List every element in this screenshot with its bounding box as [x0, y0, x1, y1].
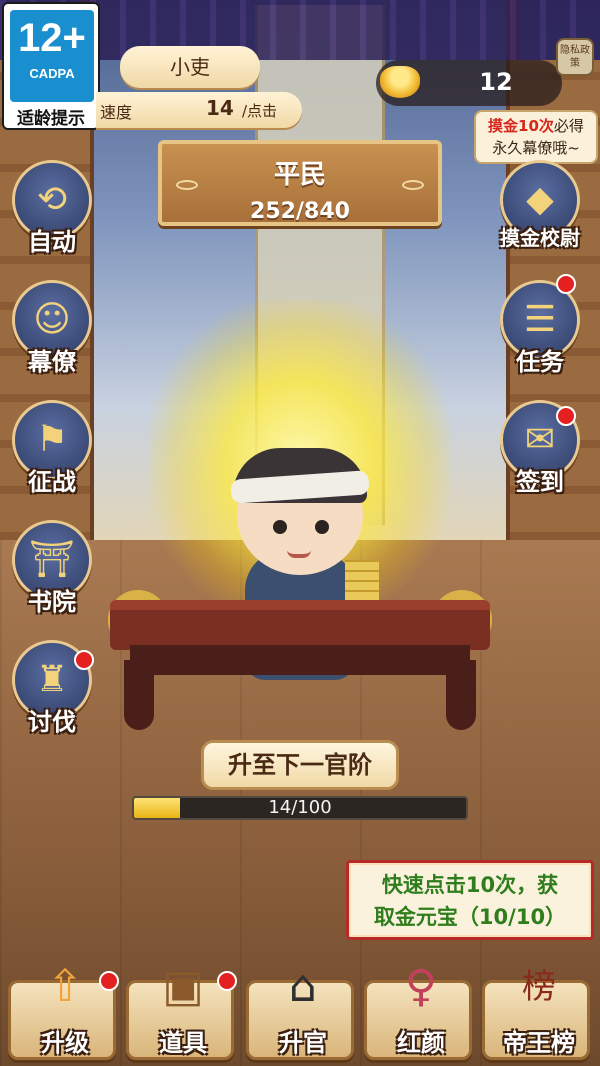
- rank-name: 平民: [273, 160, 326, 190]
- academy-button[interactable]: ⛩ 书院: [8, 520, 96, 630]
- promotion-progress-bar: 14/100: [132, 796, 468, 820]
- notification-dot: [556, 406, 576, 426]
- click-speed-bar: 速度 14 /点击: [96, 92, 302, 128]
- academy-button-label: 书院: [28, 588, 76, 616]
- campaign-button[interactable]: ⚑ 征战: [8, 400, 96, 510]
- bottom-nav: ⇧ 升级 ▣ 道具 ⌂ 升官 ♀ 红颜 榜 帝王榜: [0, 950, 600, 1066]
- age-rating-org: CADPA: [29, 66, 75, 81]
- gold-ingot-icon: [380, 66, 420, 98]
- promo-highlight: 摸金10次: [488, 117, 554, 135]
- plaque-deco-left: [176, 180, 198, 190]
- desk-leg-left: [124, 660, 154, 730]
- nav-items-label: 道具: [159, 1029, 207, 1057]
- cloud-swirl-icon: ⟲: [36, 179, 68, 220]
- crystal-icon: ◆: [526, 179, 554, 220]
- privacy-policy-button[interactable]: 隐私政策: [556, 38, 594, 76]
- nav-items-button[interactable]: ▣ 道具: [126, 961, 237, 1060]
- advisors-button-label: 幕僚: [28, 348, 76, 376]
- quest-line-2: 取金元宝（10/10）: [373, 905, 567, 929]
- player-rank-title: 小吏: [120, 46, 260, 88]
- auto-button[interactable]: ⟲ 自动: [8, 160, 96, 270]
- nav-promotion-label: 升官: [279, 1029, 327, 1057]
- age-rating-panel: 12+ CADPA: [10, 10, 94, 102]
- quest-hint-box[interactable]: 快速点击10次，获 取金元宝（10/10）: [346, 860, 594, 940]
- rank-progress: 252/840: [250, 199, 350, 224]
- scroll-task-icon: ☰: [523, 299, 557, 340]
- quest-line-1: 快速点击10次，获: [381, 873, 559, 897]
- gold-ingot-count: 12: [479, 68, 513, 96]
- nav-ranking-button[interactable]: 榜 帝王榜: [482, 967, 590, 1060]
- age-rating-number: 12+: [18, 16, 86, 60]
- tasks-button[interactable]: ☰ 任务: [496, 274, 584, 390]
- ranking-scroll-icon: 榜: [522, 967, 556, 1007]
- character-eye-right: [315, 520, 329, 534]
- war-flag-icon: ⚑: [35, 419, 69, 460]
- checkin-button[interactable]: ✉ 签到: [496, 400, 584, 510]
- nav-beauties-label: 红颜: [397, 1029, 445, 1057]
- notification-dot: [556, 274, 576, 294]
- promo-banner[interactable]: 摸金10次必得 永久幕僚哦~: [474, 110, 598, 164]
- desk-leg-right: [446, 660, 476, 730]
- tomb-raider-button[interactable]: ◆ 摸金校尉: [496, 160, 584, 270]
- desk-base: [130, 645, 470, 675]
- nav-promotion-button[interactable]: ⌂ 升官: [246, 961, 354, 1060]
- nav-upgrade-label: 升级: [41, 1029, 89, 1057]
- nav-upgrade-button[interactable]: ⇧ 升级: [8, 961, 119, 1060]
- official-hat-icon: ⌂: [289, 961, 317, 1012]
- notification-dot: [217, 971, 237, 991]
- campaign-button-label: 征战: [28, 468, 76, 496]
- advisor-icon: ☺: [33, 299, 71, 340]
- lady-portrait-icon: ♀: [404, 961, 438, 1012]
- checkin-button-label: 签到: [516, 468, 564, 496]
- age-rating-badge: 12+ CADPA 适龄提示: [2, 2, 100, 130]
- age-rating-caption: 适龄提示: [17, 109, 85, 129]
- rank-plaque: 平民 252/840: [158, 140, 442, 226]
- speed-label: 速度: [100, 103, 133, 122]
- promotion-progress-text: 14/100: [268, 797, 332, 818]
- academy-icon: ⛩: [29, 539, 75, 580]
- notification-dot: [99, 971, 119, 991]
- character-eye-left: [273, 520, 287, 534]
- nav-ranking-label: 帝王榜: [503, 1029, 575, 1057]
- gold-ingot-counter[interactable]: 12: [376, 60, 562, 106]
- speed-value: 14: [206, 96, 234, 120]
- promo-text-2: 永久幕僚哦~: [492, 139, 580, 157]
- notification-dot: [74, 650, 94, 670]
- tomb-raider-button-label: 摸金校尉: [500, 226, 580, 250]
- advisors-button[interactable]: ☺ 幕僚: [8, 280, 96, 390]
- speed-unit: /点击: [242, 102, 278, 120]
- promo-text-1: 必得: [553, 117, 584, 135]
- nav-beauties-button[interactable]: ♀ 红颜: [364, 961, 472, 1060]
- plaque-deco-right: [402, 180, 424, 190]
- crusade-button[interactable]: ♜ 讨伐: [8, 640, 96, 750]
- auto-button-label: 自动: [28, 228, 76, 256]
- writing-desk: [110, 600, 490, 650]
- promote-next-rank-button[interactable]: 升至下一官阶: [201, 740, 399, 790]
- crusade-button-label: 讨伐: [28, 708, 76, 736]
- tasks-button-label: 任务: [516, 348, 564, 376]
